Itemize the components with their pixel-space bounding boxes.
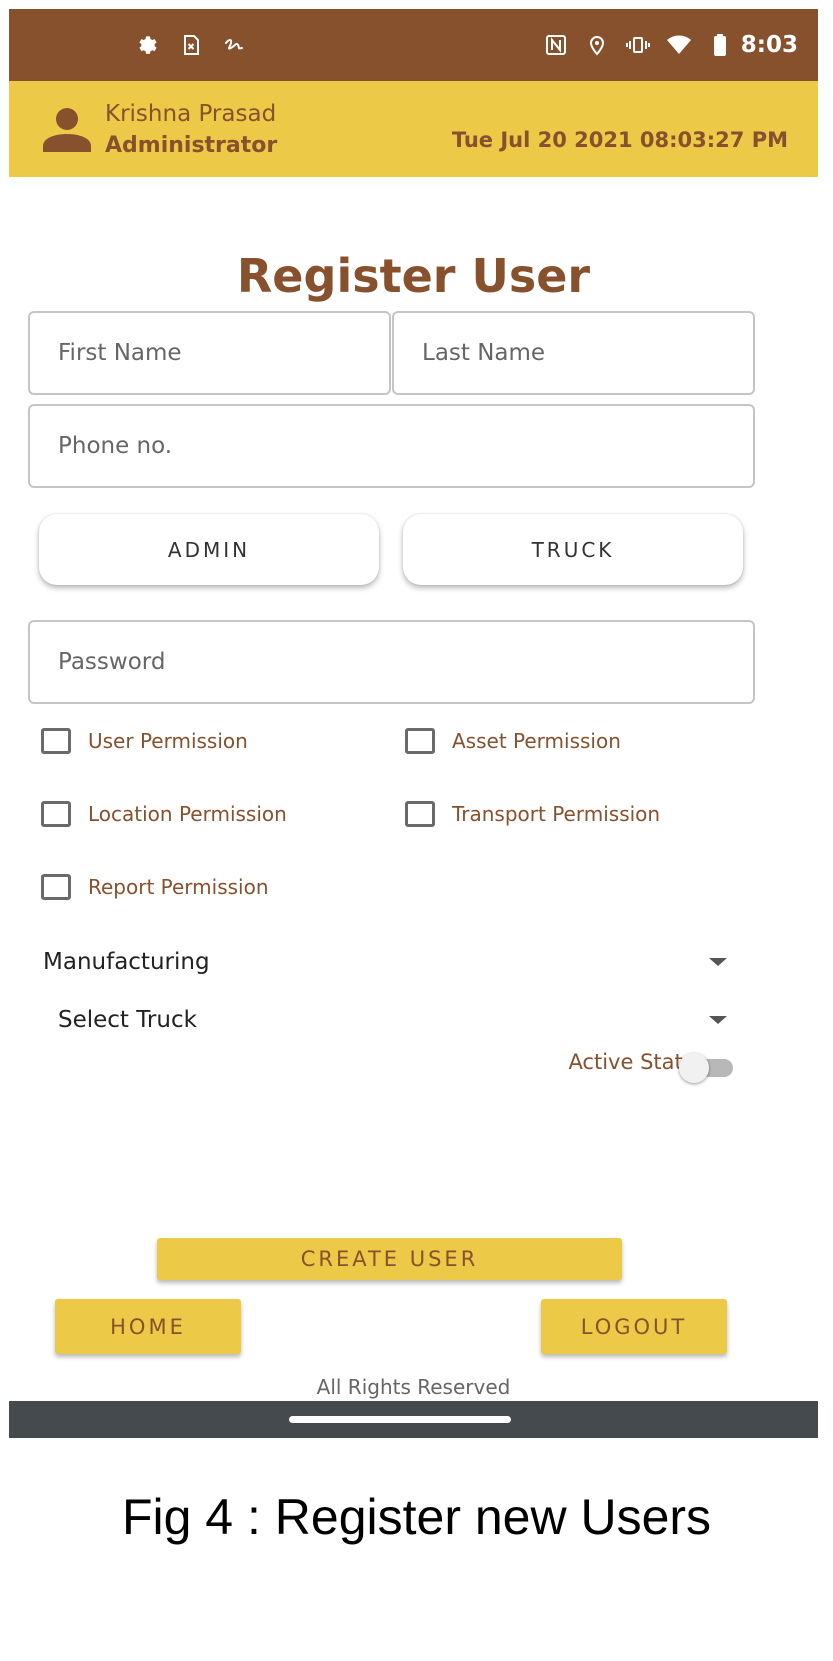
active-status-toggle[interactable] — [679, 1053, 739, 1083]
page-title: Register User — [236, 249, 591, 303]
first-name-placeholder: First Name — [58, 340, 182, 366]
app-header: Krishna Prasad Administrator Tue Jul 20 … — [9, 81, 818, 177]
checkbox-label: User Permission — [88, 729, 248, 753]
phone-placeholder: Phone no. — [58, 433, 173, 459]
transport-permission-checkbox[interactable]: Transport Permission — [405, 801, 660, 827]
report-permission-checkbox[interactable]: Report Permission — [41, 874, 269, 900]
current-datetime: Tue Jul 20 2021 08:03:27 PM — [451, 128, 788, 152]
truck-selected: Select Truck — [58, 1007, 197, 1033]
checkbox-box[interactable] — [405, 801, 435, 827]
department-dropdown[interactable]: Manufacturing — [43, 945, 727, 979]
checkbox-label: Asset Permission — [452, 729, 621, 753]
wifi-icon — [666, 35, 691, 54]
status-bar: 8:03 — [9, 9, 818, 81]
phone-field[interactable]: Phone no. — [28, 404, 755, 488]
location-permission-checkbox[interactable]: Location Permission — [41, 801, 287, 827]
truck-role-button[interactable]: TRUCK — [403, 514, 743, 585]
checkbox-label: Report Permission — [88, 875, 269, 899]
nfc-icon — [545, 35, 566, 55]
figure-caption: Fig 4 : Register new Users — [121, 1489, 712, 1545]
chevron-down-icon — [709, 958, 727, 966]
user-permission-checkbox[interactable]: User Permission — [41, 728, 248, 754]
checkbox-label: Transport Permission — [452, 802, 661, 826]
user-name: Krishna Prasad — [105, 101, 277, 127]
asset-permission-checkbox[interactable]: Asset Permission — [405, 728, 621, 754]
signature-icon — [225, 39, 243, 50]
create-user-button[interactable]: CREATE USER — [157, 1238, 622, 1280]
logout-button[interactable]: LOGOUT — [541, 1299, 727, 1354]
copyright-text: All Rights Reserved — [316, 1375, 511, 1399]
checkbox-box[interactable] — [41, 728, 71, 754]
last-name-placeholder: Last Name — [422, 340, 546, 366]
password-placeholder: Password — [58, 649, 166, 675]
home-gesture-handle[interactable] — [289, 1416, 511, 1423]
location-icon — [589, 36, 604, 56]
checkbox-label: Location Permission — [88, 802, 287, 826]
vibrate-icon — [625, 37, 650, 53]
checkbox-box[interactable] — [405, 728, 435, 754]
battery-icon — [713, 34, 726, 56]
user-role: Administrator — [105, 133, 278, 158]
last-name-field[interactable]: Last Name — [392, 311, 755, 395]
checkbox-box[interactable] — [41, 801, 71, 827]
chevron-down-icon — [709, 1016, 727, 1024]
user-icon — [43, 108, 91, 152]
truck-dropdown[interactable]: Select Truck — [58, 1003, 727, 1037]
checkbox-box[interactable] — [41, 874, 71, 900]
system-nav-bar — [9, 1401, 818, 1438]
password-field[interactable]: Password — [28, 620, 755, 704]
settings-icon — [139, 36, 157, 54]
phone-screen: 8:03 Krishna Prasad Administrator Tue Ju… — [9, 9, 818, 1514]
admin-role-button[interactable]: ADMIN — [39, 514, 379, 585]
department-selected: Manufacturing — [43, 949, 210, 975]
home-button[interactable]: HOME — [55, 1299, 241, 1354]
clock: 8:03 — [740, 32, 798, 58]
toggle-thumb[interactable] — [679, 1053, 709, 1083]
first-name-field[interactable]: First Name — [28, 311, 391, 395]
sim-card-icon — [184, 35, 199, 55]
